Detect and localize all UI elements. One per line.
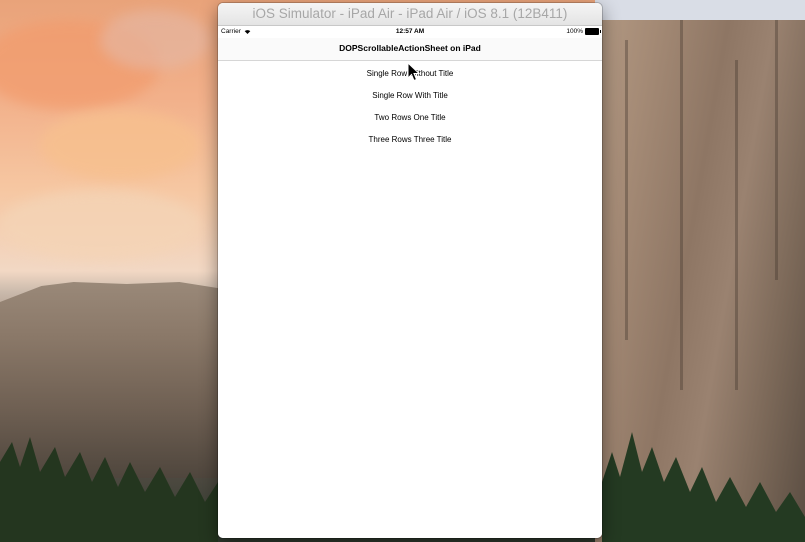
wallpaper-cliff-streak <box>625 40 628 340</box>
status-battery-percent: 100% <box>566 28 583 35</box>
wallpaper-cloud <box>40 110 200 180</box>
navigation-bar: DOPScrollableActionSheet on iPad <box>218 38 602 61</box>
navigation-title: DOPScrollableActionSheet on iPad <box>339 43 481 53</box>
wallpaper-cliff-streak <box>735 60 738 390</box>
wallpaper-cloud <box>0 190 200 260</box>
wallpaper-cliff-streak <box>680 10 683 390</box>
status-bar: Carrier 12:57 AM 100% <box>218 26 602 38</box>
status-battery-group: 100% <box>566 28 601 35</box>
window-title: iOS Simulator - iPad Air - iPad Air / iO… <box>218 3 602 26</box>
wallpaper-cliff-streak <box>775 20 778 280</box>
ipad-screen: Carrier 12:57 AM 100% DOPScrollableActio… <box>218 26 602 538</box>
battery-icon <box>585 28 601 35</box>
wallpaper-sky-corner <box>595 0 805 20</box>
mouse-cursor-icon <box>407 62 421 82</box>
single-row-with-title-button[interactable]: Single Row With Title <box>218 86 602 108</box>
status-time: 12:57 AM <box>395 28 425 35</box>
simulator-window: iOS Simulator - iPad Air - iPad Air / iO… <box>218 3 602 538</box>
two-rows-one-title-button[interactable]: Two Rows One Title <box>218 108 602 130</box>
wallpaper-cloud <box>100 10 210 70</box>
three-rows-three-title-button[interactable]: Three Rows Three Title <box>218 130 602 152</box>
